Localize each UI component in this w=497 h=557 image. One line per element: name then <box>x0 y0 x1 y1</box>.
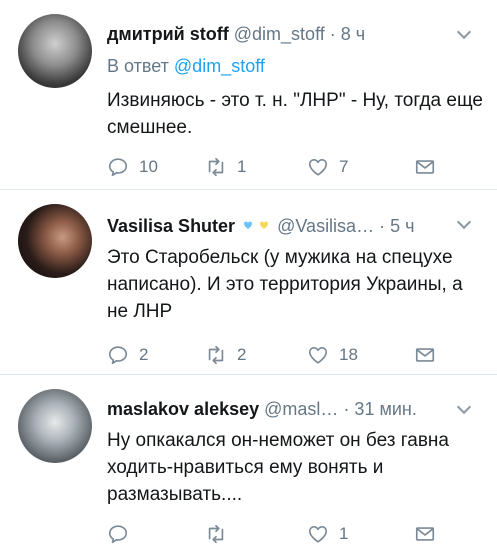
like-button[interactable]: 18 <box>307 342 358 368</box>
display-name[interactable]: дмитрий stoff <box>107 24 229 44</box>
reply-button[interactable] <box>107 521 139 547</box>
tweet-actions: 1 <box>107 521 483 547</box>
timestamp[interactable]: · 31 мин. <box>343 399 416 419</box>
timestamp[interactable]: · 5 ч <box>379 216 414 236</box>
tweet-header: maslakov aleksey @masl… · 31 мин. <box>107 397 483 421</box>
tweet-header: дмитрий stoff @dim_stoff · 8 ч <box>107 22 483 46</box>
tweet-actions: 2 2 18 <box>107 342 483 368</box>
reply-icon <box>108 158 128 177</box>
retweet-icon <box>208 524 224 544</box>
tweet-actions: 10 1 7 <box>107 154 483 180</box>
heart-icon <box>308 526 328 543</box>
reply-icon <box>108 525 128 544</box>
username[interactable]: @masl… <box>264 399 338 419</box>
retweet-count: 2 <box>237 345 247 364</box>
chevron-down-icon[interactable] <box>457 22 471 46</box>
like-button[interactable]: 7 <box>307 154 348 180</box>
display-name[interactable]: maslakov aleksey <box>107 399 259 419</box>
timestamp[interactable]: · 8 ч <box>330 24 365 44</box>
reply-count: 2 <box>139 345 149 364</box>
avatar[interactable] <box>18 389 92 463</box>
tweet[interactable]: maslakov aleksey @masl… · 31 мин. Ну опк… <box>0 375 497 557</box>
retweet-icon <box>208 157 224 177</box>
retweet-icon <box>208 345 224 365</box>
mail-icon <box>415 160 435 174</box>
like-count: 1 <box>339 524 349 543</box>
direct-message-button[interactable] <box>414 342 436 368</box>
direct-message-button[interactable] <box>414 154 436 180</box>
reply-icon <box>108 346 128 365</box>
retweet-button[interactable] <box>205 521 237 547</box>
tweet-text: Это Старобельск (у мужика на спецухе нап… <box>107 247 463 322</box>
tweet[interactable]: Vasilisa Shuter @Vasilisa… · 5 ч Это Ста… <box>0 190 497 375</box>
avatar[interactable] <box>18 204 92 278</box>
heart-icon <box>308 159 328 176</box>
blue-heart-icon <box>243 212 253 229</box>
avatar[interactable] <box>18 14 92 88</box>
tweet-text: Ну опкакался он-неможет он без гавна ход… <box>107 430 449 505</box>
retweet-button[interactable]: 1 <box>205 154 246 180</box>
username[interactable]: @dim_stoff <box>234 24 325 44</box>
direct-message-button[interactable] <box>414 521 436 547</box>
reply-button[interactable]: 2 <box>107 342 148 368</box>
tweet-header: Vasilisa Shuter @Vasilisa… · 5 ч <box>107 212 483 236</box>
reply-button[interactable]: 10 <box>107 154 158 180</box>
mail-icon <box>415 527 435 541</box>
chevron-down-icon[interactable] <box>457 397 471 421</box>
like-count: 7 <box>339 157 349 176</box>
tweet-text: Извиняюсь - это т. н. "ЛНР" - Ну, тогда … <box>107 90 483 138</box>
username[interactable]: @Vasilisa… <box>277 216 374 236</box>
yellow-heart-icon <box>259 212 269 229</box>
reply-handle-link[interactable]: @dim_stoff <box>174 56 265 76</box>
retweet-count: 1 <box>237 157 247 176</box>
heart-icon <box>308 347 328 364</box>
mail-icon <box>415 348 435 362</box>
like-count: 18 <box>339 345 358 364</box>
reply-count: 10 <box>139 157 158 176</box>
chevron-down-icon[interactable] <box>457 212 471 236</box>
tweet[interactable]: дмитрий stoff @dim_stoff · 8 ч В ответ @… <box>0 0 497 190</box>
retweet-button[interactable]: 2 <box>205 342 246 368</box>
reply-prefix: В ответ <box>107 56 169 76</box>
like-button[interactable]: 1 <box>307 521 348 547</box>
reply-context: В ответ @dim_stoff <box>107 54 265 78</box>
display-name[interactable]: Vasilisa Shuter <box>107 216 235 236</box>
